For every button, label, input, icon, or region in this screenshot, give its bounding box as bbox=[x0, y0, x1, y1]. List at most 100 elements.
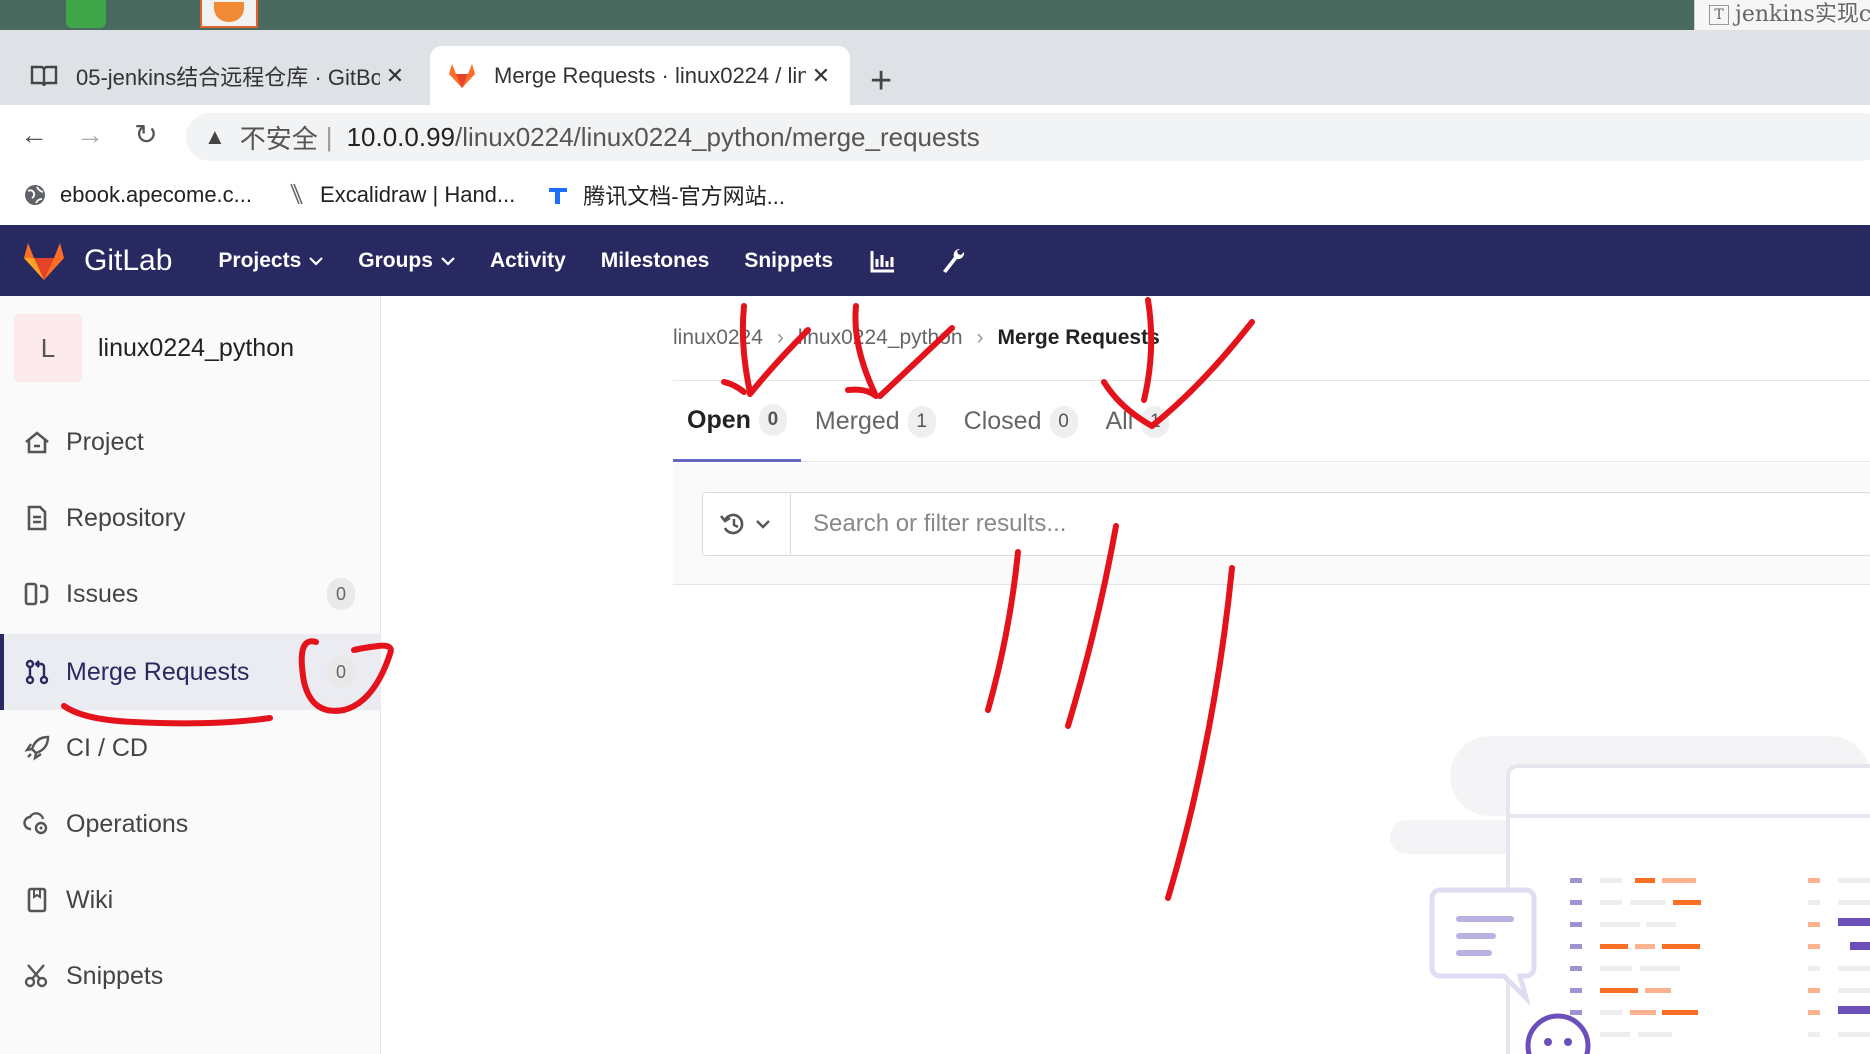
bookmark-tencent-docs[interactable]: 腾讯文档-官方网站... bbox=[545, 179, 785, 211]
sidebar-item-label: Merge Requests bbox=[66, 657, 250, 686]
nav-label: Groups bbox=[358, 248, 433, 272]
book-icon bbox=[30, 65, 58, 86]
issues-count-badge: 0 bbox=[327, 578, 355, 610]
tab-title: 05-jenkins结合远程仓库 · GitBook bbox=[76, 64, 380, 90]
book-icon bbox=[22, 885, 52, 915]
count-badge: 0 bbox=[758, 404, 787, 436]
filter-bar bbox=[673, 463, 1870, 585]
project-header[interactable]: L linux0224_python bbox=[14, 314, 294, 382]
chart-icon[interactable] bbox=[868, 246, 898, 276]
sidebar-item-merge-requests[interactable]: Merge Requests 0 bbox=[0, 634, 381, 710]
sidebar-item-operations[interactable]: Operations bbox=[0, 786, 381, 862]
tab-label: Merged bbox=[814, 407, 900, 435]
nav-snippets[interactable]: Snippets bbox=[744, 249, 833, 273]
chevron-down-icon bbox=[309, 256, 324, 266]
taskbar-app-icon[interactable] bbox=[66, 0, 106, 28]
gitlab-logo-icon[interactable] bbox=[22, 241, 66, 281]
chevron-right-icon: › bbox=[976, 326, 984, 349]
count-badge: 1 bbox=[907, 405, 936, 438]
bookmark-label: ebook.apecome.c... bbox=[60, 182, 253, 207]
filter-box bbox=[702, 492, 1870, 556]
breadcrumb-link[interactable]: linux0224_python bbox=[798, 326, 963, 350]
bookmarks-bar: ebook.apecome.c... Excalidraw | Hand... … bbox=[0, 165, 1870, 225]
nav-groups[interactable]: Groups bbox=[358, 249, 455, 273]
sidebar-item-label: Issues bbox=[66, 579, 139, 608]
count-badge: 0 bbox=[1049, 405, 1078, 438]
sidebar-item-wiki[interactable]: Wiki bbox=[0, 862, 381, 938]
url-host: 10.0.0.99 bbox=[346, 121, 455, 152]
bookmark-label: Excalidraw | Hand... bbox=[320, 182, 516, 207]
nav-label: Projects bbox=[218, 248, 302, 272]
close-icon[interactable]: ✕ bbox=[380, 63, 410, 89]
wrench-icon[interactable] bbox=[938, 246, 968, 276]
cloud-gear-icon bbox=[22, 809, 52, 839]
merge-request-icon bbox=[22, 657, 52, 687]
os-taskbar: Tjenkins实现ci bbox=[0, 0, 1870, 30]
sidebar-item-label: Snippets bbox=[66, 961, 164, 990]
chevron-right-icon: › bbox=[776, 326, 784, 349]
nav-milestones[interactable]: Milestones bbox=[601, 249, 710, 273]
nav-projects[interactable]: Projects bbox=[218, 248, 324, 273]
browser-tab-merge-requests[interactable]: Merge Requests · linux0224 / linux0224_p… bbox=[430, 46, 850, 105]
taskbar-window-title[interactable]: Tjenkins实现ci bbox=[1694, 0, 1870, 30]
breadcrumb: linux0224 › linux0224_python › Merge Req… bbox=[673, 326, 1160, 350]
url-path: /linux0224/linux0224_python/merge_reques… bbox=[455, 121, 980, 152]
taskbar-app-icon[interactable] bbox=[200, 0, 258, 28]
merge-requests-count-badge: 0 bbox=[327, 656, 355, 688]
history-icon bbox=[719, 513, 770, 535]
sidebar-item-label: CI / CD bbox=[66, 733, 148, 762]
close-icon[interactable]: ✕ bbox=[806, 63, 836, 89]
gitlab-brand[interactable]: GitLab bbox=[84, 244, 172, 278]
empty-state-illustration bbox=[1390, 736, 1870, 1054]
bookmark-label: 腾讯文档-官方网站... bbox=[583, 184, 785, 209]
tab-merged[interactable]: Merged 1 bbox=[801, 381, 950, 462]
gitlab-icon bbox=[449, 63, 475, 88]
rocket-icon bbox=[22, 733, 52, 763]
recent-searches-dropdown[interactable] bbox=[703, 493, 791, 555]
back-arrow-icon[interactable]: ← bbox=[14, 115, 54, 155]
document-icon bbox=[22, 503, 52, 533]
security-label[interactable]: 不安全 bbox=[240, 119, 318, 156]
reload-icon[interactable]: ↻ bbox=[126, 115, 166, 155]
bookmark-ebook[interactable]: ebook.apecome.c... bbox=[22, 182, 252, 208]
new-tab-button[interactable]: + bbox=[870, 60, 892, 103]
home-icon bbox=[22, 427, 52, 457]
project-avatar[interactable]: L bbox=[14, 314, 82, 382]
sidebar-item-project[interactable]: Project bbox=[0, 404, 381, 480]
breadcrumb-link[interactable]: linux0224 bbox=[673, 326, 763, 350]
tab-all[interactable]: All 1 bbox=[1092, 381, 1184, 462]
forward-arrow-icon[interactable]: → bbox=[70, 115, 110, 155]
sidebar-item-label: Project bbox=[66, 427, 144, 456]
count-badge: 1 bbox=[1141, 405, 1170, 438]
sidebar-item-label: Wiki bbox=[66, 885, 114, 914]
url-separator: | bbox=[325, 121, 333, 152]
project-sidebar: L linux0224_python Project Repository Is… bbox=[0, 296, 381, 1054]
bookmark-excalidraw[interactable]: Excalidraw | Hand... bbox=[282, 182, 515, 208]
url-field[interactable]: ▲ 不安全 | 10.0.0.99/linux0224/linux0224_py… bbox=[186, 113, 1870, 161]
tab-open[interactable]: Open 0 bbox=[673, 381, 801, 462]
project-name[interactable]: linux0224_python bbox=[98, 334, 294, 363]
browser-tab-gitbook[interactable]: 05-jenkins结合远程仓库 · GitBook ✕ bbox=[14, 46, 424, 105]
tab-title: Merge Requests · linux0224 / linux0224_p… bbox=[494, 62, 806, 88]
browser-tab-bar: 05-jenkins结合远程仓库 · GitBook ✕ Merge Reque… bbox=[0, 30, 1870, 105]
sidebar-item-label: Operations bbox=[66, 809, 189, 838]
pencil-icon bbox=[282, 182, 308, 208]
nav-activity[interactable]: Activity bbox=[490, 249, 566, 273]
warning-triangle-icon[interactable]: ▲ bbox=[204, 124, 226, 150]
chevron-down-icon bbox=[441, 256, 455, 266]
sidebar-item-ci-cd[interactable]: CI / CD bbox=[0, 710, 381, 786]
tab-label: All bbox=[1105, 407, 1134, 435]
tab-closed[interactable]: Closed 0 bbox=[950, 381, 1092, 462]
scissors-icon bbox=[22, 961, 52, 991]
sidebar-item-issues[interactable]: Issues 0 bbox=[0, 556, 381, 632]
sidebar-item-snippets[interactable]: Snippets bbox=[0, 938, 381, 1014]
address-bar-row: ← → ↻ ▲ 不安全 | 10.0.0.99/linux0224/linux0… bbox=[0, 105, 1870, 165]
breadcrumb-current[interactable]: Merge Requests bbox=[998, 326, 1160, 350]
tab-label: Closed bbox=[963, 407, 1042, 435]
search-input[interactable] bbox=[791, 493, 1870, 555]
gitlab-header: GitLab Projects Groups Activity Mileston… bbox=[0, 225, 1870, 296]
sidebar-item-repository[interactable]: Repository bbox=[0, 480, 381, 556]
merge-request-state-tabs: Open 0 Merged 1 Closed 0 All 1 bbox=[673, 381, 1870, 462]
tab-label: Open bbox=[687, 405, 751, 434]
issues-icon bbox=[22, 579, 52, 609]
